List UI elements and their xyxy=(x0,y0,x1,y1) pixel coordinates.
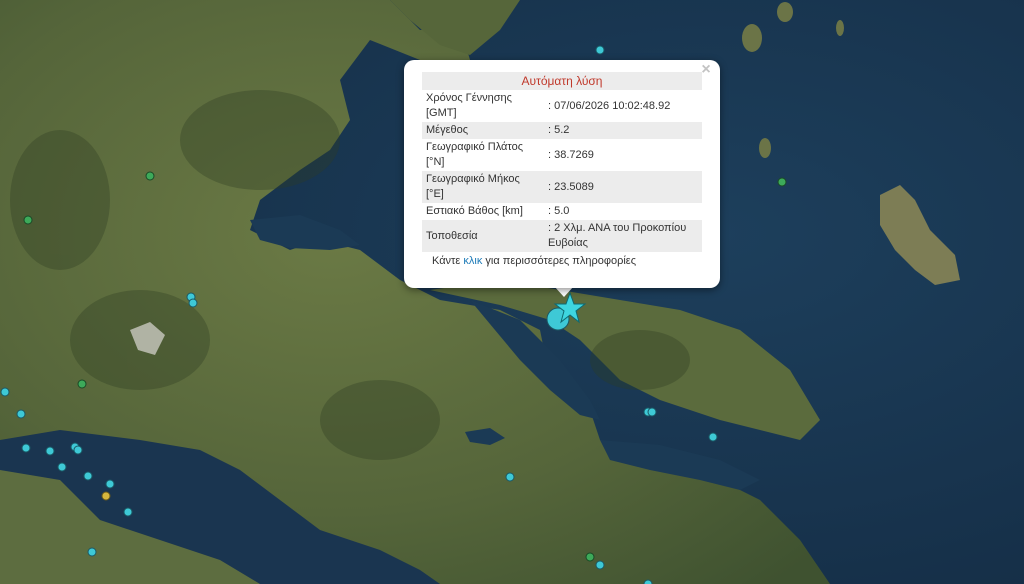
row-value: : 2 Χλμ. ΑΝΑ του Προκοπίου Ευβοίας xyxy=(544,220,702,252)
quake-marker[interactable] xyxy=(595,45,605,55)
quake-marker[interactable] xyxy=(585,552,595,562)
row-value: : 5.2 xyxy=(544,122,702,139)
more-info-link[interactable]: κλικ xyxy=(463,255,482,267)
quake-marker[interactable] xyxy=(145,171,155,181)
row-value: : 5.0 xyxy=(544,203,702,220)
quake-marker[interactable] xyxy=(123,507,133,517)
row-label: Χρόνος Γέννησης [GMT] xyxy=(422,90,544,122)
table-row: Γεωγραφικό Μήκος [°E] : 23.5089 xyxy=(422,171,702,203)
table-row: Γεωγραφικό Πλάτος [°N] : 38.7269 xyxy=(422,139,702,171)
quake-marker[interactable] xyxy=(777,177,787,187)
quake-marker[interactable] xyxy=(73,445,83,455)
quake-marker[interactable] xyxy=(57,462,67,472)
table-row: Εστιακό Βάθος [km] : 5.0 xyxy=(422,203,702,220)
more-info-line: Κάντε κλικ για περισσότερες πληροφορίες xyxy=(422,255,702,267)
quake-marker[interactable] xyxy=(105,479,115,489)
row-label: Τοποθεσία xyxy=(422,220,544,252)
row-value: : 23.5089 xyxy=(544,171,702,203)
quake-marker[interactable] xyxy=(83,471,93,481)
table-row: Μέγεθος : 5.2 xyxy=(422,122,702,139)
quake-marker[interactable] xyxy=(647,407,657,417)
quake-marker[interactable] xyxy=(87,547,97,557)
islet xyxy=(742,24,762,52)
more-suffix: για περισσότερες πληροφορίες xyxy=(485,255,636,267)
quake-marker[interactable] xyxy=(45,446,55,456)
islet xyxy=(759,138,771,158)
quake-marker[interactable] xyxy=(0,387,10,397)
quake-marker[interactable] xyxy=(23,215,33,225)
row-label: Εστιακό Βάθος [km] xyxy=(422,203,544,220)
table-row: Τοποθεσία : 2 Χλμ. ΑΝΑ του Προκοπίου Ευβ… xyxy=(422,220,702,252)
popup-title: Αυτόματη λύση xyxy=(422,72,702,90)
islet xyxy=(777,2,793,22)
close-icon[interactable]: × xyxy=(698,62,714,78)
table-row: Χρόνος Γέννησης [GMT] : 07/06/2026 10:02… xyxy=(422,90,702,122)
islet xyxy=(836,20,844,36)
quake-marker[interactable] xyxy=(21,443,31,453)
row-label: Γεωγραφικό Πλάτος [°N] xyxy=(422,139,544,171)
quake-marker[interactable] xyxy=(595,560,605,570)
quake-marker[interactable] xyxy=(188,298,198,308)
earthquake-popup: × Αυτόματη λύση Χρόνος Γέννησης [GMT] : … xyxy=(404,60,720,288)
row-value: : 07/06/2026 10:02:48.92 xyxy=(544,90,702,122)
quake-marker[interactable] xyxy=(101,491,111,501)
info-table: Χρόνος Γέννησης [GMT] : 07/06/2026 10:02… xyxy=(422,90,702,252)
quake-marker[interactable] xyxy=(16,409,26,419)
row-label: Γεωγραφικό Μήκος [°E] xyxy=(422,171,544,203)
quake-marker[interactable] xyxy=(77,379,87,389)
more-prefix: Κάντε xyxy=(432,255,461,267)
row-label: Μέγεθος xyxy=(422,122,544,139)
quake-marker[interactable] xyxy=(505,472,515,482)
quake-marker[interactable] xyxy=(643,579,653,584)
row-value: : 38.7269 xyxy=(544,139,702,171)
quake-marker[interactable] xyxy=(708,432,718,442)
